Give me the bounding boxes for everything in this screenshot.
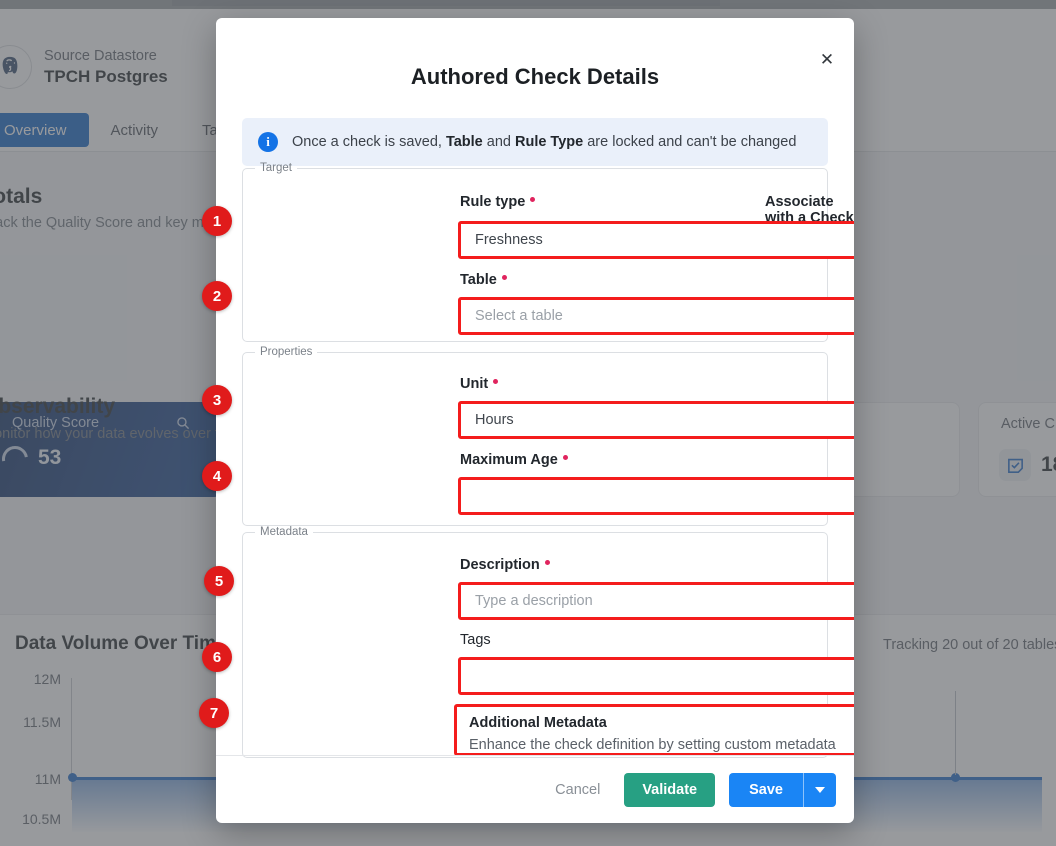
- step-badge-1: 1: [202, 206, 232, 236]
- modal-title: Authored Check Details: [216, 64, 854, 90]
- validate-button[interactable]: Validate: [624, 773, 715, 807]
- maximum-age-label-text: Maximum Age: [460, 452, 558, 468]
- tags-label: Tags: [460, 632, 491, 648]
- tags-select-inner: [461, 660, 854, 692]
- step-badge-6: 6: [202, 642, 232, 672]
- maximum-age-input-inner: [461, 480, 854, 512]
- required-dot: [502, 275, 507, 280]
- info-middle: and: [483, 134, 515, 150]
- unit-value: Hours: [475, 412, 514, 428]
- step-badge-3: 3: [202, 385, 232, 415]
- metadata-legend: Metadata: [255, 526, 313, 538]
- maximum-age-input[interactable]: [458, 477, 854, 515]
- description-input[interactable]: Type a description: [458, 582, 854, 620]
- authored-check-details-modal: ✕ Authored Check Details i Once a check …: [216, 18, 854, 823]
- step-badge-7: 7: [199, 698, 229, 728]
- properties-legend: Properties: [255, 346, 317, 358]
- unit-label: Unit: [460, 376, 498, 392]
- maximum-age-label: Maximum Age: [460, 452, 568, 468]
- table-select-inner: Select a table: [461, 300, 854, 332]
- save-button[interactable]: Save: [729, 773, 804, 807]
- page-root: Source Datastore TPCH Postgres Overview …: [0, 0, 1056, 846]
- description-placeholder: Type a description: [475, 593, 593, 609]
- save-dropdown-button[interactable]: [804, 773, 836, 807]
- modal-footer: Cancel Validate Save: [216, 755, 854, 823]
- unit-select[interactable]: Hours: [458, 401, 854, 439]
- description-label: Description: [460, 557, 550, 573]
- chevron-down-icon: [815, 787, 825, 793]
- unit-select-inner: Hours: [461, 404, 854, 436]
- description-label-text: Description: [460, 557, 540, 573]
- step-badge-5: 5: [204, 566, 234, 596]
- additional-metadata-panel[interactable]: Additional Metadata Enhance the check de…: [454, 704, 854, 756]
- step-badge-2: 2: [202, 281, 232, 311]
- table-label-text: Table: [460, 272, 497, 288]
- required-dot: [563, 455, 568, 460]
- rule-type-label-text: Rule type: [460, 194, 525, 210]
- rule-type-value: Freshness: [475, 232, 543, 248]
- info-icon: i: [258, 132, 278, 152]
- step-badge-4: 4: [202, 461, 232, 491]
- required-dot: [545, 560, 550, 565]
- additional-metadata-subtitle: Enhance the check definition by setting …: [469, 737, 836, 753]
- description-input-inner: Type a description: [461, 585, 854, 617]
- table-select[interactable]: Select a table: [458, 297, 854, 335]
- info-prefix: Once a check is saved,: [292, 134, 446, 150]
- rule-type-label: Rule type: [460, 194, 535, 210]
- info-suffix: are locked and can't be changed: [583, 134, 796, 150]
- cancel-button[interactable]: Cancel: [545, 774, 610, 806]
- info-bold-table: Table: [446, 134, 483, 150]
- unit-label-text: Unit: [460, 376, 488, 392]
- info-bold-rule-type: Rule Type: [515, 134, 583, 150]
- save-button-group: Save: [729, 773, 836, 807]
- rule-type-select[interactable]: Freshness ✕: [458, 221, 854, 259]
- rule-type-select-inner: Freshness: [461, 224, 854, 256]
- tags-select[interactable]: [458, 657, 854, 695]
- required-dot: [493, 379, 498, 384]
- required-dot: [530, 197, 535, 202]
- table-label: Table: [460, 272, 507, 288]
- additional-metadata-title: Additional Metadata: [469, 715, 607, 731]
- info-banner: i Once a check is saved, Table and Rule …: [242, 118, 828, 166]
- target-legend: Target: [255, 162, 297, 174]
- table-placeholder: Select a table: [475, 308, 563, 324]
- info-banner-text: Once a check is saved, Table and Rule Ty…: [292, 134, 796, 150]
